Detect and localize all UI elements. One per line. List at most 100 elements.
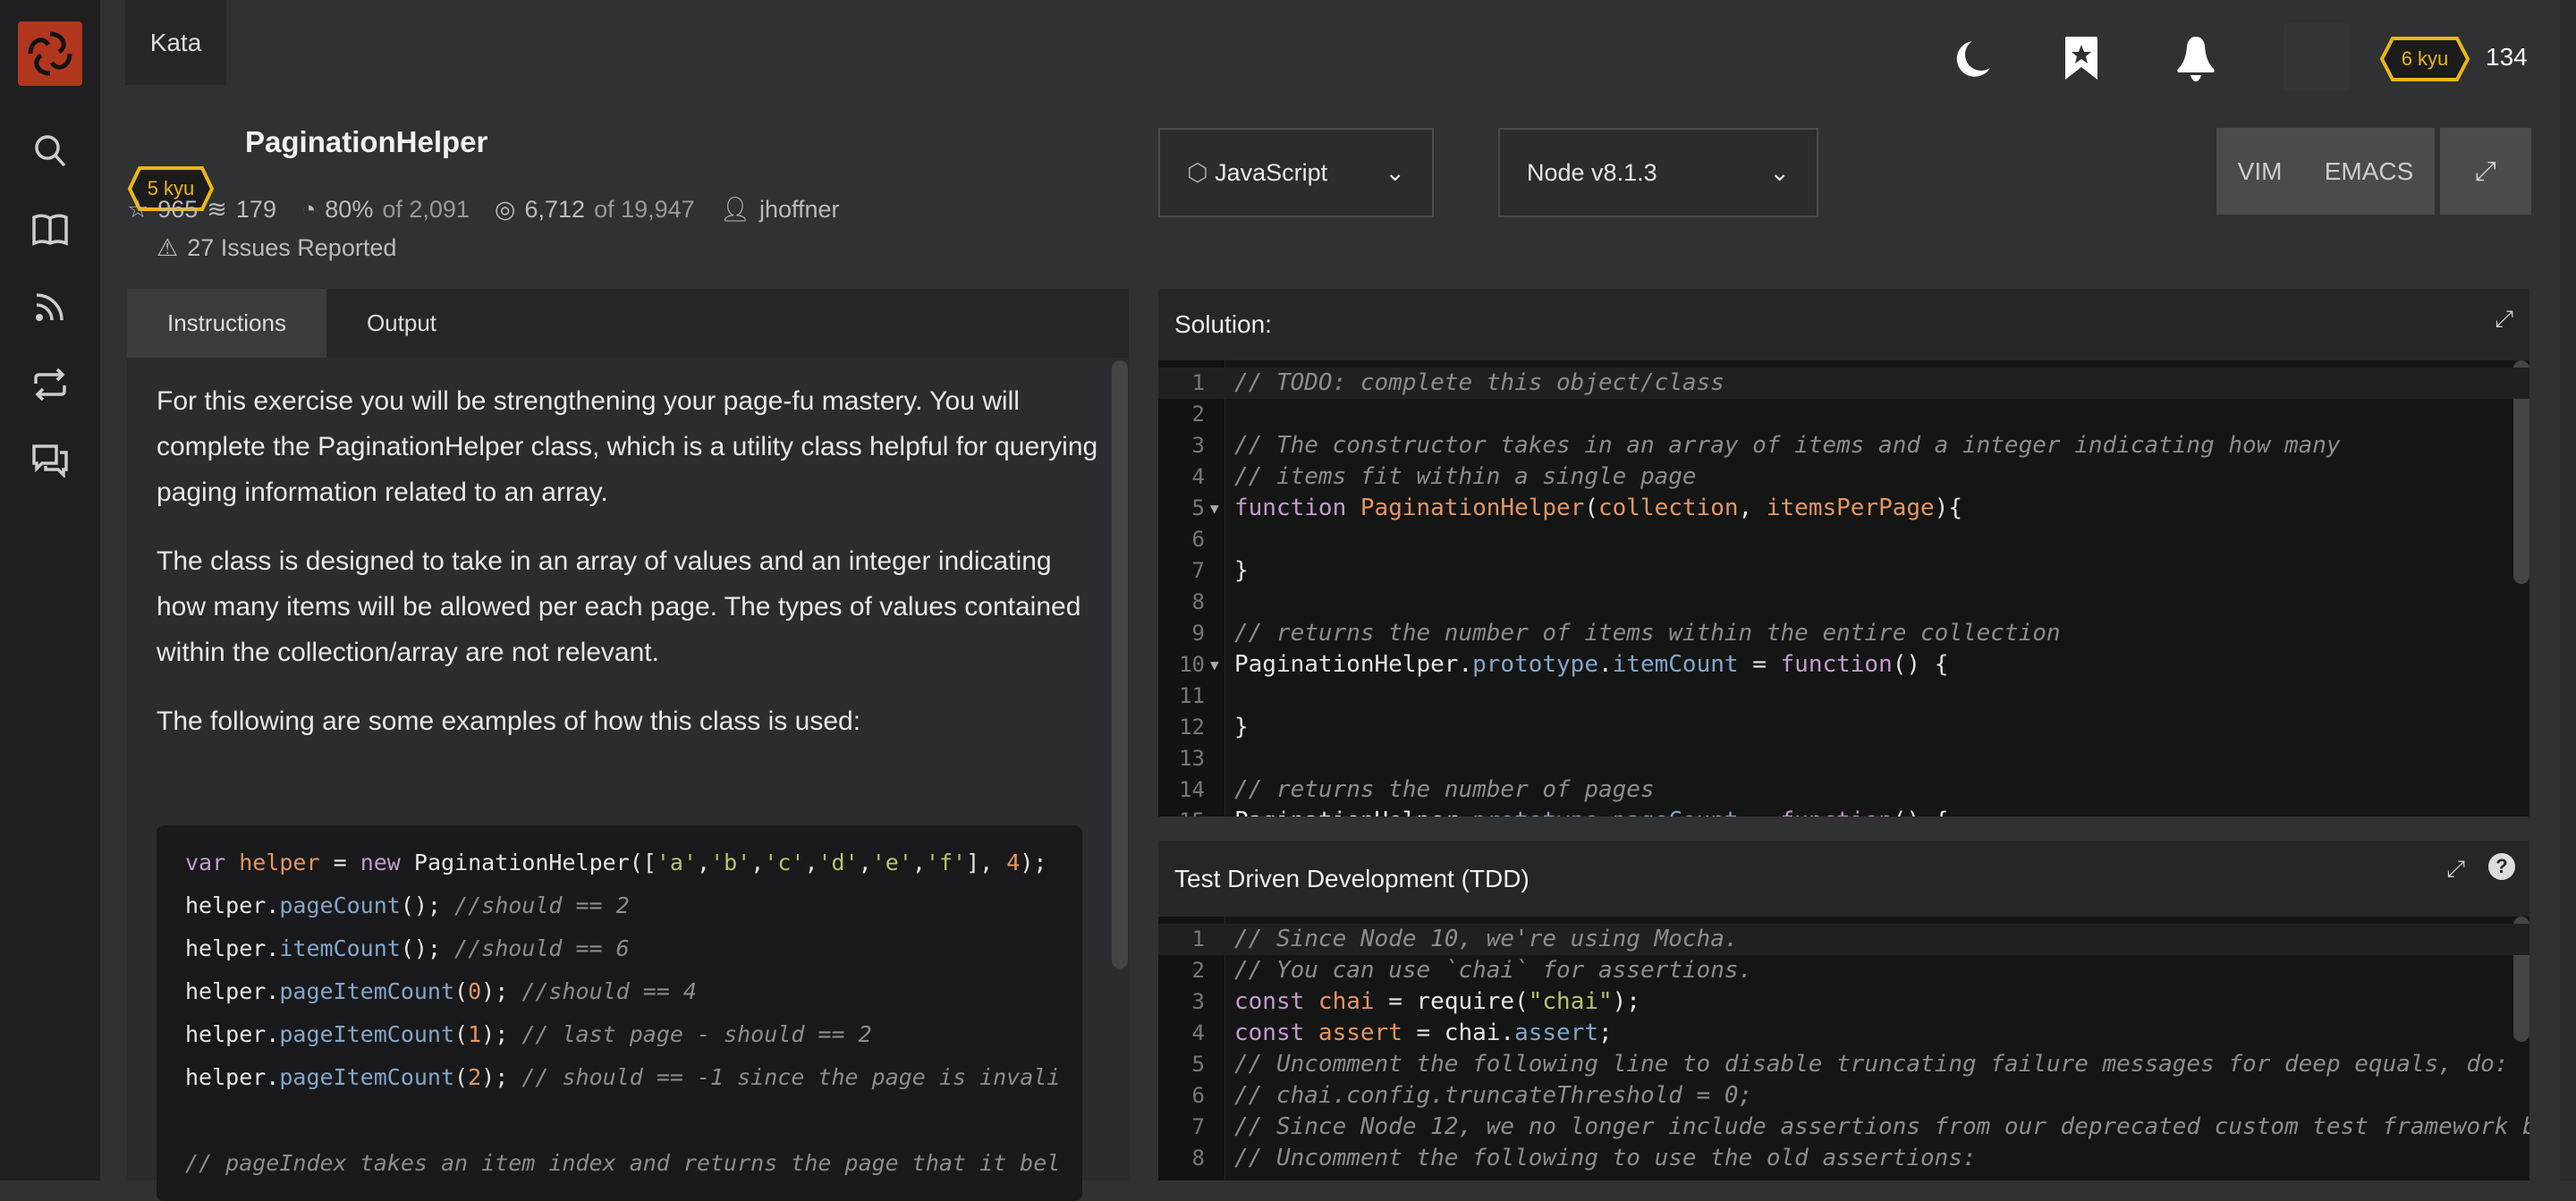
editor-line: 8 // Uncomment the following to use the o… xyxy=(1158,1143,2529,1174)
bell-icon[interactable] xyxy=(2174,36,2218,82)
code-token: //should == 2 xyxy=(454,892,630,918)
bookmark-star-icon[interactable] xyxy=(2059,36,2104,80)
repeat-icon[interactable] xyxy=(25,359,75,410)
fullscreen-button[interactable]: ⤢ xyxy=(2440,128,2531,215)
code-line: helper.pageItemCount(2); // should == -1… xyxy=(185,1056,1060,1099)
solution-title: Solution: xyxy=(1174,310,1272,338)
line-number: 8 xyxy=(1191,1146,1205,1171)
code-token: helper. xyxy=(185,978,280,1004)
line-code: // Since Node 12, we no longer include a… xyxy=(1234,1112,2529,1143)
line-number: 14 xyxy=(1179,777,1205,802)
version-value: Node v8.1.3 xyxy=(1527,158,1657,186)
avatar[interactable] xyxy=(2284,23,2350,91)
editor-line: 6 xyxy=(1158,524,2529,555)
line-number: 3 xyxy=(1191,989,1205,1014)
editor-line: 5 ▼ function PaginationHelper(collection, … xyxy=(1158,493,2529,524)
code-token: helper. xyxy=(185,1021,280,1047)
code-token: 'e' xyxy=(871,850,912,875)
tdd-editor[interactable]: 1 // Since Node 10, we're using Mocha. 2 //… xyxy=(1158,917,2529,1180)
code-token: prototype xyxy=(1472,651,1598,678)
line-number: 10 xyxy=(1179,652,1205,677)
vim-mode-button[interactable]: VIM xyxy=(2238,157,2283,186)
editor-line: 7 // Since Node 12, we no longer include … xyxy=(1158,1112,2529,1143)
fold-arrow-icon[interactable]: ▼ xyxy=(1210,649,1219,681)
line-code: } xyxy=(1234,555,1249,587)
code-token: PaginationHelper([ xyxy=(413,850,657,875)
line-code: function PaginationHelper(collection, it… xyxy=(1234,493,1962,524)
solution-editor[interactable]: 1 // TODO: complete this object/class 2 3 //… xyxy=(1158,360,2529,816)
instructions-panel: Instructions Output For this exercise yo… xyxy=(127,289,1129,1201)
line-code: // You can use `chai` for assertions. xyxy=(1234,955,1752,986)
star-icon[interactable]: ☆ xyxy=(127,196,148,224)
chevron-down-icon: ⌄ xyxy=(1769,158,1790,186)
fold-arrow-icon[interactable]: ▼ xyxy=(1210,493,1219,524)
instructions-scrollbar[interactable] xyxy=(1112,360,1128,968)
expand-icon[interactable]: ⤢ xyxy=(2446,855,2465,884)
editor-line: 4 const assert = chai.assert; xyxy=(1158,1018,2529,1049)
issues-label: 27 Issues Reported xyxy=(187,234,397,261)
version-select[interactable]: Node v8.1.3 ⌄ xyxy=(1498,128,1818,217)
author-link[interactable]: jhoffner xyxy=(759,196,840,224)
emacs-mode-button[interactable]: EMACS xyxy=(2325,157,2414,186)
tdd-header: Test Driven Development (TDD) xyxy=(1158,841,2529,917)
code-line: helper.itemCount(); //should == 6 xyxy=(185,927,1054,970)
code-line: // pageIndex takes an item index and ret… xyxy=(185,1142,1060,1185)
editor-line: 4 // items fit within a single page xyxy=(1158,461,2529,493)
line-number: 7 xyxy=(1191,558,1205,583)
logo-icon xyxy=(28,31,72,76)
tab-kata[interactable]: Kata xyxy=(125,0,226,85)
codewars-logo[interactable] xyxy=(18,21,82,86)
code-token: itemsPerPage xyxy=(1766,495,1935,521)
code-token: , xyxy=(804,850,818,875)
editor-line: 12} xyxy=(1158,712,2529,743)
code-token: // returns the number of pages xyxy=(1234,776,1655,803)
paragraph: The following are some examples of how t… xyxy=(157,706,861,736)
code-token: var xyxy=(185,850,240,875)
book-icon[interactable] xyxy=(25,205,75,255)
code-token: (); xyxy=(400,935,455,961)
editor-line: 5 // Uncomment the following line to disa… xyxy=(1158,1049,2529,1080)
code-token: ( xyxy=(454,1021,469,1047)
code-token: ); xyxy=(1020,850,1047,875)
code-token: PaginationHelper. xyxy=(1234,808,1472,816)
help-icon[interactable]: ? xyxy=(2488,853,2515,880)
paragraph: The class is designed to take in an arra… xyxy=(157,546,1081,667)
code-token: 4 xyxy=(1006,850,1021,875)
code-token: 'd' xyxy=(818,850,859,875)
code-token: helper xyxy=(239,850,320,875)
language-select[interactable]: ⬡ JavaScript ⌄ xyxy=(1158,128,1434,217)
layers-icon[interactable]: ≋ xyxy=(207,196,227,224)
line-number: 6 xyxy=(1191,527,1205,552)
example-code-block: var helper = new PaginationHelper(['a','… xyxy=(157,825,1082,1201)
moon-icon[interactable] xyxy=(1952,36,1996,80)
search-icon[interactable] xyxy=(25,125,75,175)
code-token: . xyxy=(1598,808,1613,816)
editor-line: 7} xyxy=(1158,555,2529,587)
code-token: ); xyxy=(481,1021,522,1047)
code-token: = chai. xyxy=(1402,1019,1515,1046)
rss-icon[interactable] xyxy=(25,282,75,332)
code-token: helper. xyxy=(185,935,280,961)
editor-line: 13 xyxy=(1158,743,2529,774)
chat-icon[interactable] xyxy=(25,436,75,486)
code-token: assert xyxy=(1514,1019,1598,1046)
tab-instructions[interactable]: Instructions xyxy=(127,289,326,358)
code-token: // The constructor takes in an array of … xyxy=(1234,432,2341,459)
line-number: 15 xyxy=(1158,806,1205,816)
attempted-count: of 19,947 xyxy=(594,195,695,223)
editor-line: 10 ▼ PaginationHelper.prototype.itemCount … xyxy=(1158,649,2529,681)
tab-output[interactable]: Output xyxy=(326,289,477,358)
issues-link[interactable]: ⚠ 27 Issues Reported xyxy=(157,234,396,262)
code-token: // last page - should == 2 xyxy=(521,1021,872,1047)
code-token: // Since Node 12, we no longer include a… xyxy=(1234,1113,2529,1140)
code-token: new xyxy=(360,850,414,875)
code-token: pageItemCount xyxy=(279,1021,455,1047)
editor-line: 9 // returns the number of items within t… xyxy=(1158,618,2529,649)
user-rank-badge[interactable]: 6 kyu xyxy=(2379,36,2470,82)
page-scrollbar[interactable] xyxy=(2560,0,2576,1180)
code-token: , xyxy=(1738,495,1767,521)
expand-icon[interactable]: ⤢ xyxy=(2495,305,2513,334)
line-code: // Since Node 10, we're using Mocha. xyxy=(1234,924,1739,955)
line-number: 5 xyxy=(1191,495,1205,520)
code-token: PaginationHelper. xyxy=(1234,651,1473,678)
